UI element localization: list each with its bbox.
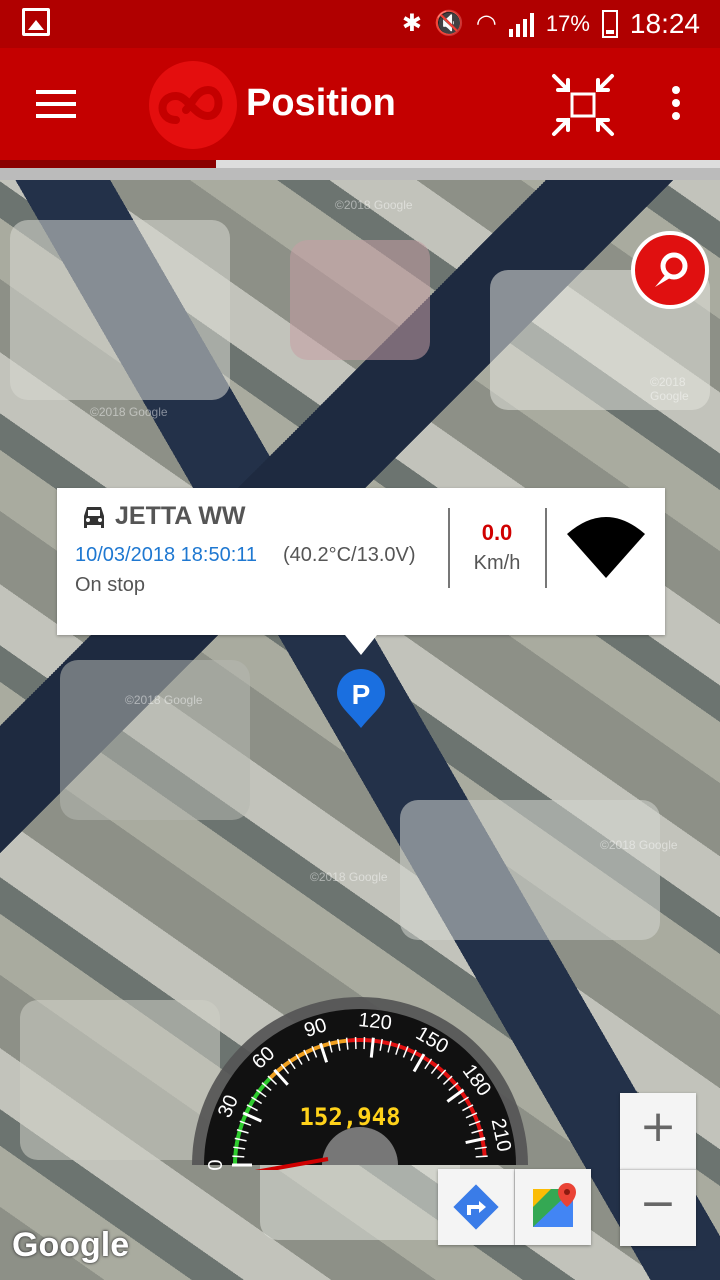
google-attribution: Google: [12, 1226, 130, 1264]
map-watermark: ©2018 Google: [600, 838, 678, 852]
gauge-tick: [232, 1155, 245, 1158]
speed-value: 0.0: [481, 520, 513, 545]
directions-icon: [453, 1184, 499, 1230]
gauge-tick-label: 0: [205, 1159, 227, 1170]
bluetooth-icon: ✱: [401, 10, 423, 37]
map-watermark: ©2018 Google: [310, 870, 388, 884]
menu-icon[interactable]: [36, 90, 76, 120]
more-vert-icon[interactable]: [660, 86, 692, 126]
gauge-tick: [475, 1155, 488, 1158]
vehicle-info-popup[interactable]: JETTA WW 10/03/2018 18:50:11 (40.2°C/13.…: [57, 488, 665, 655]
divider: [545, 508, 547, 588]
status-icons: ✱ 🔇 ◠ 17% 18:24: [402, 6, 700, 42]
odometer-reading: 152,948: [299, 1103, 400, 1131]
signal-icon: [508, 11, 534, 37]
speedometer-gauge: 0306090 120150180210 152,948: [192, 997, 528, 1170]
signal-strength-icon: [567, 517, 645, 578]
divider: [448, 508, 450, 588]
gauge-tick-label: 120: [357, 1009, 392, 1034]
map-watermark: ©2018 Google: [90, 405, 168, 419]
google-maps-button[interactable]: [515, 1169, 591, 1245]
app-logo-icon: [149, 61, 237, 149]
mute-icon: 🔇: [434, 10, 464, 37]
fullscreen-icon[interactable]: [548, 70, 618, 140]
directions-button[interactable]: [438, 1169, 515, 1245]
google-maps-icon: [533, 1183, 576, 1227]
locate-icon[interactable]: [630, 230, 710, 310]
loading-progress: [0, 160, 720, 168]
battery-percent: 17%: [545, 11, 590, 36]
car-icon: [84, 507, 104, 528]
page-title: Position: [246, 82, 396, 124]
battery-icon: [601, 10, 618, 38]
map-watermark: ©2018 Google: [650, 375, 689, 403]
gallery-icon: [22, 8, 50, 36]
zoom-in-label: +: [639, 1101, 677, 1152]
speed-unit: Km/h: [473, 552, 521, 574]
parking-marker[interactable]: P: [335, 667, 387, 729]
status-bar: ✱ 🔇 ◠ 17% 18:24: [0, 0, 720, 48]
clock: 18:24: [629, 8, 700, 39]
zoom-in-button[interactable]: +: [620, 1093, 696, 1169]
map-watermark: ©2018 Google: [335, 198, 413, 212]
app-toolbar: Position: [0, 48, 720, 160]
last-update-datetime: 10/03/2018 18:50:11: [75, 544, 258, 566]
marker-label: P: [352, 679, 371, 710]
zoom-out-label: −: [639, 1178, 677, 1229]
zoom-out-button[interactable]: −: [620, 1169, 696, 1246]
temperature-voltage: (40.2°C/13.0V): [283, 544, 416, 566]
vehicle-status: On stop: [75, 574, 146, 596]
map-watermark: ©2018 Google: [125, 693, 203, 707]
vehicle-name: JETTA WW: [115, 502, 246, 530]
wifi-icon: ◠: [475, 10, 497, 37]
gauge-tick: [369, 1037, 375, 1058]
